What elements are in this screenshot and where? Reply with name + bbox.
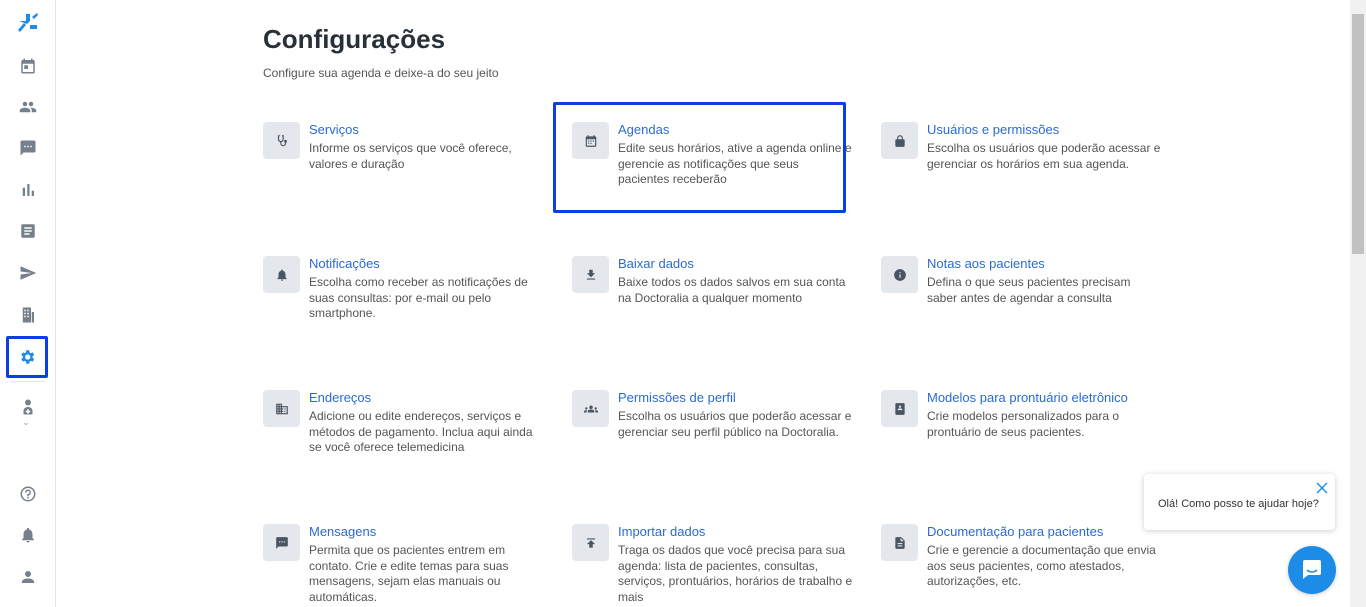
card-title[interactable]: Notificações bbox=[309, 256, 380, 271]
sidebar-item-user[interactable] bbox=[8, 557, 48, 597]
card-description: Crie e gerencie a documentação que envia… bbox=[927, 543, 1156, 589]
page-scrollbar[interactable] bbox=[1350, 0, 1366, 607]
card-title[interactable]: Mensagens bbox=[309, 524, 376, 539]
card-title[interactable]: Modelos para prontuário eletrônico bbox=[927, 390, 1128, 405]
card-title[interactable]: Endereços bbox=[309, 390, 371, 405]
card-title[interactable]: Permissões de perfil bbox=[618, 390, 736, 405]
help-icon bbox=[20, 486, 36, 502]
card-description: Permita que os pacientes entrem em conta… bbox=[309, 543, 509, 605]
calendar-icon bbox=[21, 58, 35, 74]
card-description: Defina o que seus pacientes precisam sab… bbox=[927, 275, 1131, 305]
card-title[interactable]: Notas aos pacientes bbox=[927, 256, 1045, 271]
upload-icon bbox=[586, 537, 595, 548]
building-icon bbox=[275, 403, 288, 414]
lock-icon bbox=[894, 134, 905, 147]
settings-icon bbox=[21, 350, 35, 364]
bell-icon bbox=[276, 268, 287, 281]
sidebar-item-records[interactable] bbox=[8, 211, 48, 251]
sidebar-item-messages[interactable] bbox=[8, 128, 48, 168]
messages-icon bbox=[20, 140, 36, 156]
logo-icon bbox=[18, 13, 38, 32]
user-icon bbox=[22, 571, 34, 583]
chat-bubble: Olá! Como posso te ajudar hoje? bbox=[1144, 474, 1335, 530]
send-icon bbox=[20, 266, 37, 280]
card-description: Crie modelos personalizados para o pront… bbox=[927, 409, 1120, 439]
chat-icon bbox=[275, 536, 288, 549]
card-description: Escolha os usuários que poderão acessar … bbox=[618, 409, 852, 439]
stethoscope-icon bbox=[277, 134, 287, 146]
doctor-icon bbox=[23, 399, 33, 415]
group-icon bbox=[583, 405, 598, 412]
sidebar-item-help[interactable] bbox=[8, 474, 48, 514]
card-title[interactable]: Baixar dados bbox=[618, 256, 694, 271]
chat-button[interactable] bbox=[1288, 546, 1336, 594]
card-title[interactable]: Documentação para pacientes bbox=[927, 524, 1103, 539]
card-description: Traga os dados que você precisa para sua… bbox=[618, 543, 853, 605]
card-description: Adicione ou edite endereços, serviços e … bbox=[309, 409, 533, 455]
sidebar-item-send[interactable] bbox=[8, 253, 48, 293]
sidebar-item-settings[interactable] bbox=[6, 336, 48, 378]
sidebar-item-stats[interactable] bbox=[8, 170, 48, 210]
sidebar-item-patients[interactable] bbox=[8, 87, 48, 127]
chevron-down-icon[interactable]: ⌄ bbox=[22, 417, 30, 428]
card-title[interactable]: Importar dados bbox=[618, 524, 705, 539]
sidebar-item-notifications[interactable] bbox=[8, 515, 48, 555]
document-icon bbox=[894, 536, 905, 549]
close-icon[interactable] bbox=[1316, 482, 1328, 494]
sidebar-item-calendar[interactable] bbox=[8, 46, 48, 86]
card-description: Baixe todos os dados salvos em sua conta… bbox=[618, 275, 846, 305]
download-icon bbox=[586, 269, 595, 280]
info-icon bbox=[893, 268, 906, 281]
card-title[interactable]: Usuários e permissões bbox=[927, 122, 1059, 137]
scrollbar-thumb[interactable] bbox=[1352, 14, 1364, 254]
card-description: Informe os serviços que você oferece, va… bbox=[309, 141, 512, 171]
bell-icon bbox=[22, 527, 34, 543]
sidebar: ⌄ bbox=[0, 0, 56, 607]
card-description: Escolha como receber as notificações de … bbox=[309, 275, 528, 321]
notebook-icon bbox=[894, 402, 905, 415]
chat-message: Olá! Como posso te ajudar hoje? bbox=[1158, 498, 1319, 510]
card-title[interactable]: Serviços bbox=[309, 122, 359, 137]
records-icon bbox=[21, 224, 35, 238]
card-description: Escolha os usuários que poderão acessar … bbox=[927, 141, 1161, 171]
patients-icon bbox=[19, 101, 37, 113]
page-subtitle: Configure sua agenda e deixe-a do seu je… bbox=[263, 66, 499, 80]
building-icon bbox=[22, 307, 34, 323]
chat-icon bbox=[1303, 560, 1321, 579]
doctoralia-logo[interactable] bbox=[8, 3, 48, 43]
sidebar-item-building[interactable] bbox=[8, 295, 48, 335]
stats-icon bbox=[22, 184, 34, 196]
page-title: Configurações bbox=[263, 24, 446, 54]
agendas-highlight-box bbox=[553, 102, 846, 213]
sidebar-divider bbox=[10, 381, 46, 382]
